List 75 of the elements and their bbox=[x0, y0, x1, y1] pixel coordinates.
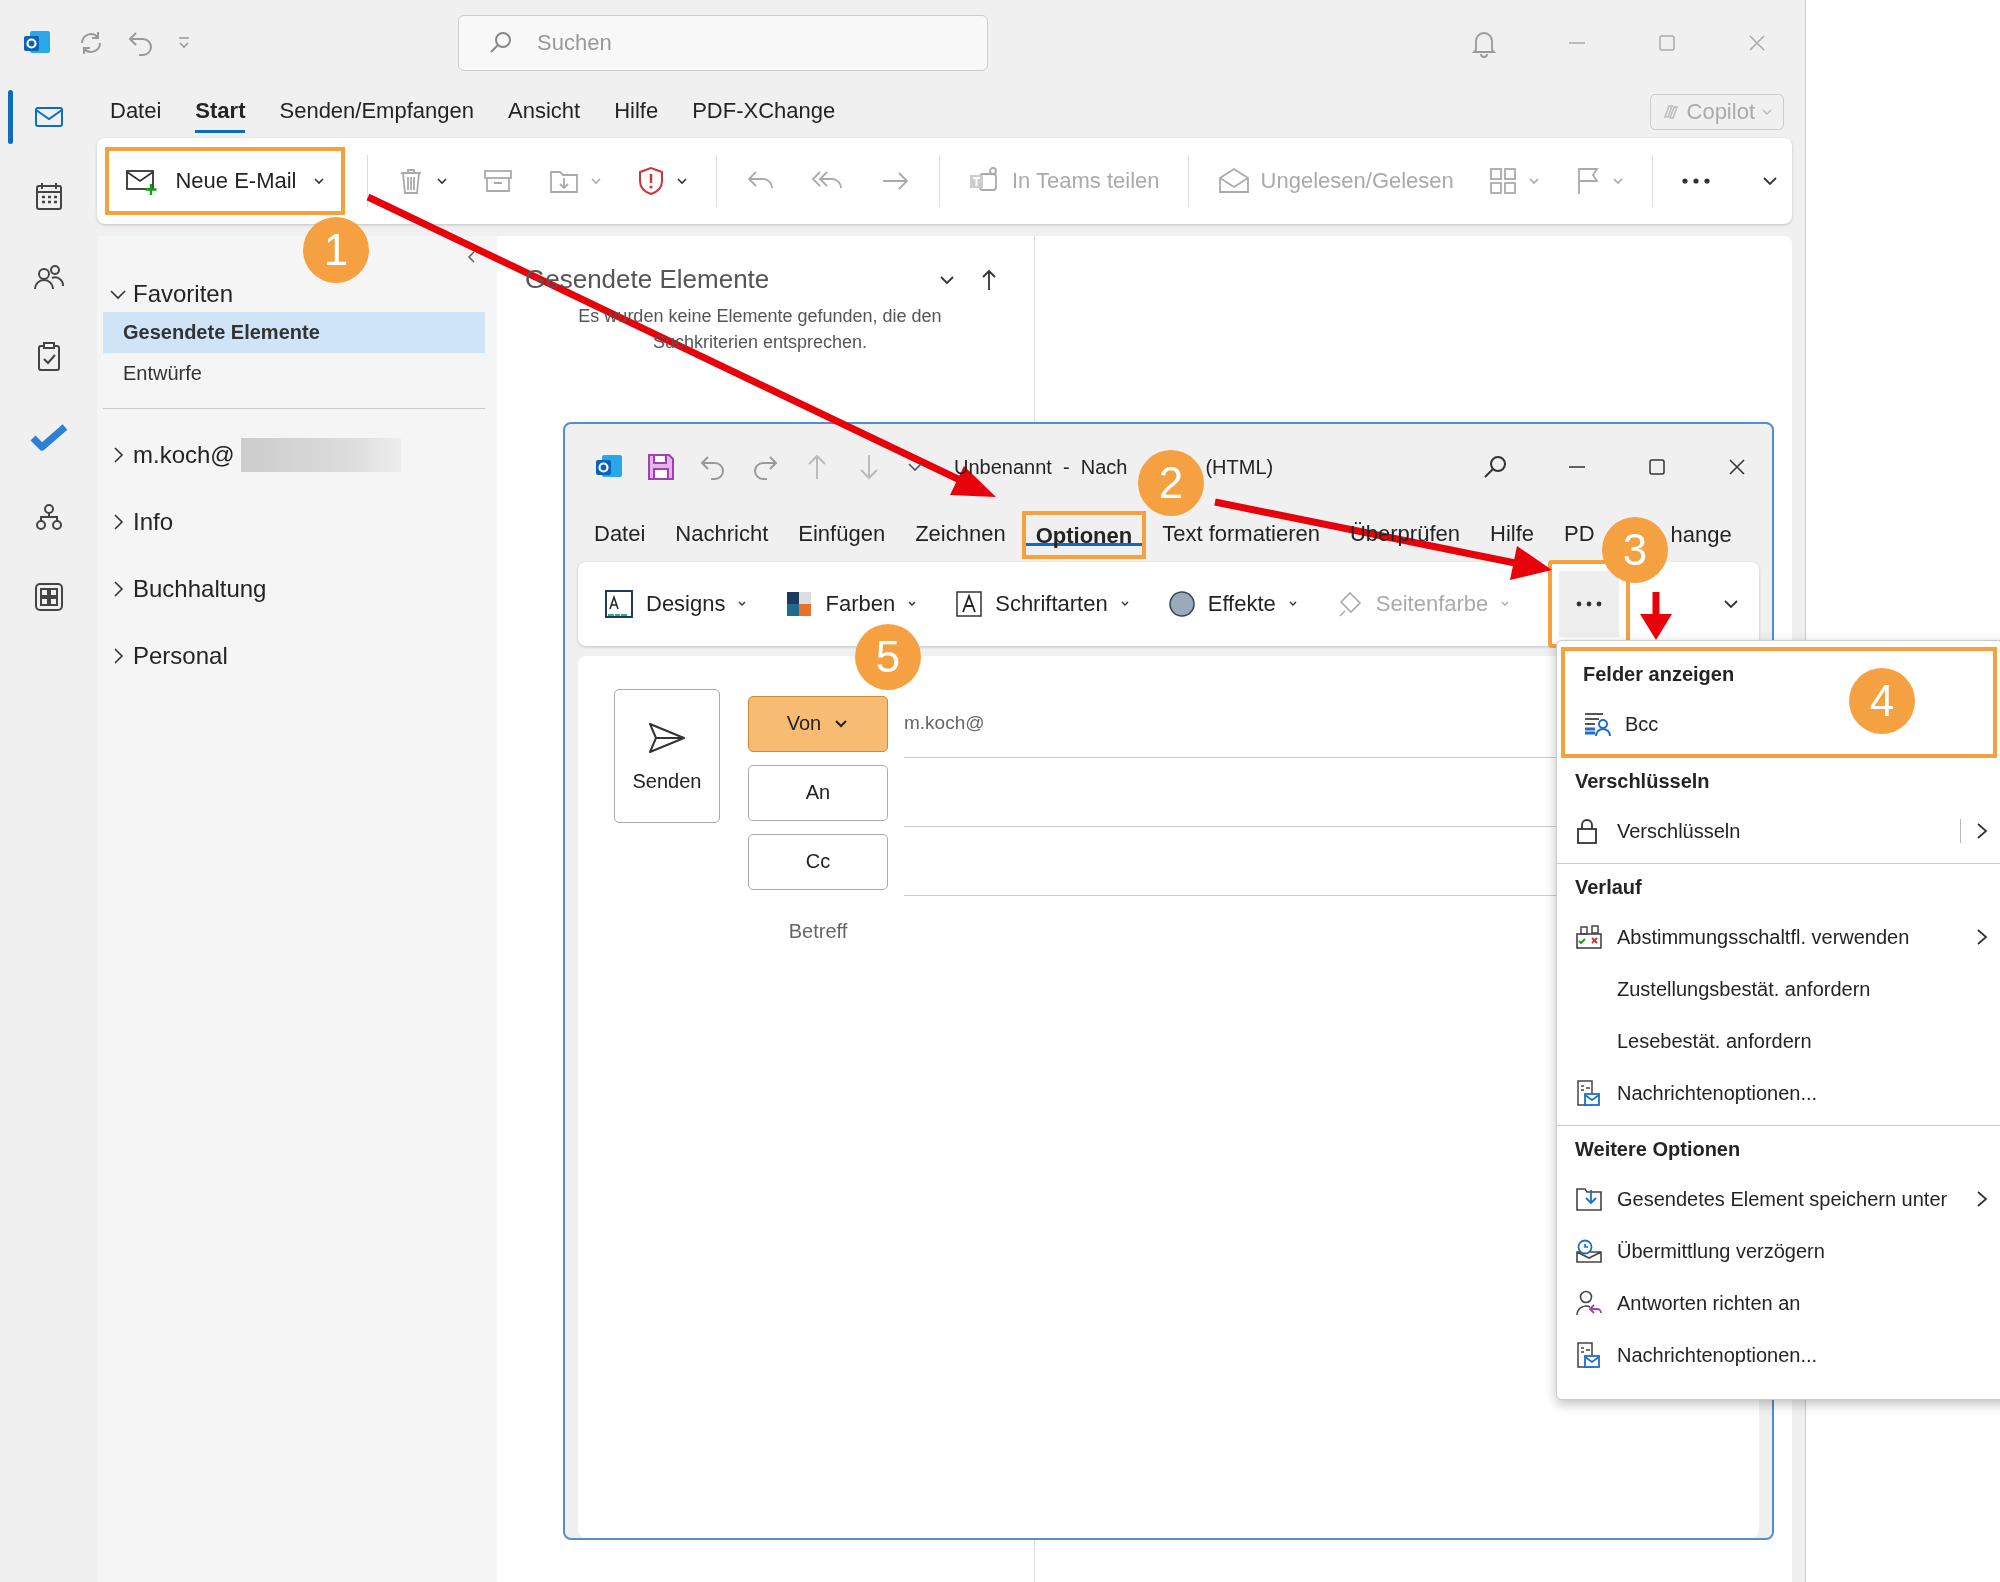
message-options-icon bbox=[1575, 1079, 1601, 1107]
ribbon-tab[interactable]: PD bbox=[1564, 516, 1595, 554]
menu-heading: Verschlüsseln bbox=[1574, 769, 1711, 794]
menu-item[interactable]: Abstimmungsschaltfl. verwenden bbox=[1557, 911, 2000, 963]
ribbon-button[interactable]: Neue E-Mail bbox=[105, 147, 345, 215]
ribbon-button[interactable]: Designs bbox=[604, 589, 748, 619]
menu-item[interactable]: Verschlüsseln bbox=[1557, 805, 2000, 857]
ribbon-button[interactable]: Farben bbox=[785, 590, 918, 618]
caret-icon bbox=[1527, 175, 1540, 187]
caret-icon bbox=[1611, 175, 1624, 187]
menu-item[interactable]: Bcc bbox=[1565, 698, 1669, 750]
sphere-icon bbox=[1167, 590, 1196, 618]
subject-label: Betreff bbox=[787, 919, 849, 943]
menu-tab[interactable]: Ansicht bbox=[508, 91, 581, 133]
message-options-icon bbox=[1575, 1341, 1601, 1369]
voting-icon bbox=[1575, 924, 1603, 950]
lock-icon bbox=[1575, 817, 1599, 845]
menu-heading: Felder anzeigen bbox=[1582, 662, 1736, 687]
folder-group[interactable]: m.koch@ bbox=[103, 421, 497, 488]
theme-icon bbox=[604, 589, 634, 619]
ribbon-tab[interactable]: Text formatieren bbox=[1162, 516, 1320, 554]
folder-download-icon bbox=[1575, 1186, 1603, 1212]
clock-envelope-icon bbox=[1575, 1238, 1603, 1264]
ribbon-tab[interactable]: Datei bbox=[594, 516, 646, 554]
caret-icon bbox=[312, 175, 325, 187]
more-icon bbox=[1576, 600, 1603, 608]
menu-item[interactable]: Antworten richten an bbox=[1557, 1277, 1811, 1329]
shield-icon bbox=[636, 165, 666, 197]
address-button[interactable]: Cc bbox=[748, 833, 888, 890]
ribbon-button[interactable]: Schriftarten bbox=[955, 590, 1130, 618]
menu-item[interactable]: Übermittlung verzögern bbox=[1557, 1225, 1835, 1277]
folder-group[interactable]: Personal bbox=[103, 622, 497, 689]
ribbon-tab[interactable]: Zeichnen bbox=[915, 516, 1006, 554]
search-field[interactable]: Suchen bbox=[458, 15, 988, 71]
caret-icon bbox=[436, 175, 448, 187]
menu-item[interactable]: Zustellungsbestät. anfordern bbox=[1557, 963, 1881, 1015]
grid-icon bbox=[1487, 166, 1518, 196]
font-icon bbox=[955, 590, 984, 618]
menu-tab[interactable]: Start bbox=[195, 91, 246, 133]
save-icon[interactable] bbox=[646, 452, 676, 482]
folder-group[interactable]: Info bbox=[103, 488, 497, 555]
ribbon-tab[interactable]: Einfügen bbox=[798, 516, 886, 554]
menu-heading: Weitere Optionen bbox=[1574, 1137, 1742, 1162]
customize-caret-icon[interactable] bbox=[176, 35, 192, 51]
more-icon bbox=[1680, 176, 1711, 186]
menu-tab[interactable]: Hilfe bbox=[614, 91, 659, 133]
menu-tab[interactable]: Senden/Empfangen bbox=[279, 91, 474, 133]
folder-group[interactable]: Buchhaltung bbox=[103, 555, 497, 622]
bcc-icon bbox=[1583, 711, 1611, 737]
color-swatch-icon bbox=[785, 590, 814, 618]
ribbon-tab[interactable]: Optionen bbox=[1021, 511, 1147, 559]
menu-item[interactable]: Gesendetes Element speichern unter bbox=[1557, 1173, 2000, 1225]
menu-item[interactable]: Nachrichtenoptionen... bbox=[1557, 1329, 1828, 1381]
open-envelope-icon bbox=[1216, 166, 1251, 196]
send-button[interactable]: Senden bbox=[614, 689, 720, 823]
menu-item[interactable]: Nachrichtenoptionen... bbox=[1557, 1067, 1828, 1119]
ribbon-tab[interactable]: Hilfe bbox=[1490, 516, 1535, 554]
menu-heading: Verlauf bbox=[1574, 875, 1643, 900]
menu-item[interactable]: Lesebestät. anfordern bbox=[1557, 1015, 1822, 1067]
ribbon-tab[interactable]: Nachricht bbox=[675, 516, 769, 554]
address-button[interactable]: An bbox=[748, 764, 888, 821]
person-reply-icon bbox=[1575, 1289, 1603, 1317]
menu-tab[interactable]: PDF-XChange bbox=[692, 91, 836, 133]
window-title: Unbenannt - Nach bbox=[954, 455, 1128, 479]
caret-icon bbox=[590, 175, 602, 187]
active-indicator bbox=[8, 90, 13, 144]
tab-label: hange bbox=[1670, 522, 1732, 548]
menu-tab[interactable]: Datei bbox=[110, 91, 162, 133]
ribbon-button[interactable]: Effekte bbox=[1167, 590, 1298, 618]
folder-item[interactable]: Entwürfe bbox=[103, 353, 485, 394]
window-title: (HTML) bbox=[1205, 455, 1274, 479]
caret-icon bbox=[676, 175, 688, 187]
folder-item[interactable]: Gesendete Elemente bbox=[103, 312, 485, 353]
caret-icon bbox=[1761, 106, 1773, 118]
address-button[interactable]: Von bbox=[748, 695, 888, 752]
